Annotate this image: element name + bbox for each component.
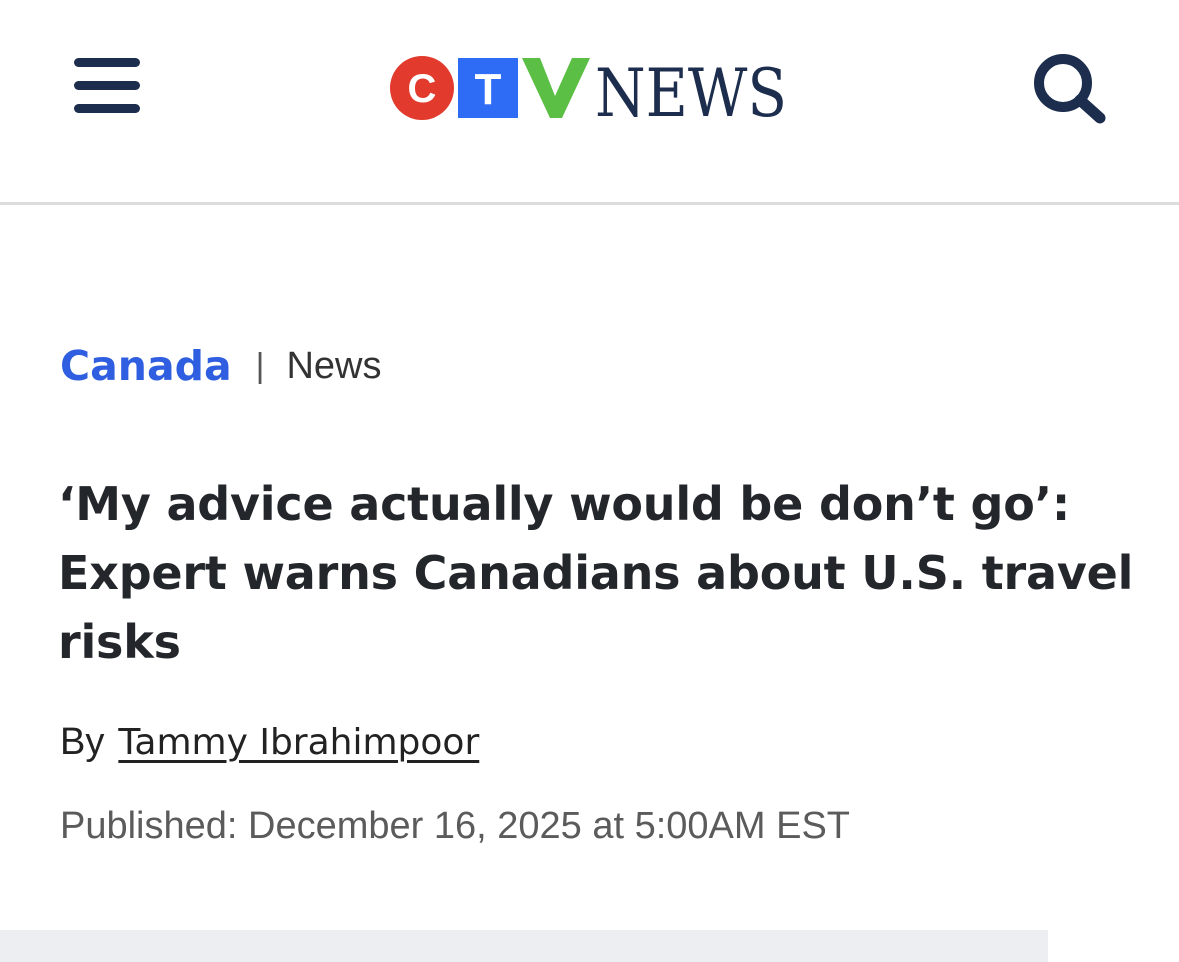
menu-bar-top	[74, 58, 140, 67]
logo-letter-t: T	[475, 65, 502, 114]
logo-wordmark: NEWS	[595, 55, 787, 124]
search-icon[interactable]	[1032, 52, 1110, 126]
site-header: C T NEWS	[0, 0, 1179, 205]
ctv-news-logo[interactable]: C T NEWS	[390, 52, 790, 124]
breadcrumb-separator: |	[255, 346, 265, 385]
logo-v-check	[522, 58, 590, 118]
hamburger-menu-icon[interactable]	[74, 56, 140, 116]
published-timestamp: Published: December 16, 2025 at 5:00AM E…	[60, 805, 851, 847]
byline: By Tammy Ibrahimpoor	[60, 712, 479, 772]
content-placeholder-band	[0, 930, 1048, 962]
author-link[interactable]: Tammy Ibrahimpoor	[118, 722, 479, 763]
breadcrumb: Canada | News	[60, 336, 382, 396]
article-headline: ‘My advice actually would be don’t go’: …	[58, 477, 1134, 669]
breadcrumb-section-link[interactable]: Canada	[60, 342, 232, 390]
logo-letter-c: C	[408, 67, 437, 111]
menu-bar-middle	[74, 81, 140, 90]
breadcrumb-subsection-link[interactable]: News	[286, 345, 381, 388]
byline-prefix: By	[60, 720, 105, 763]
menu-bar-bottom	[74, 104, 140, 113]
